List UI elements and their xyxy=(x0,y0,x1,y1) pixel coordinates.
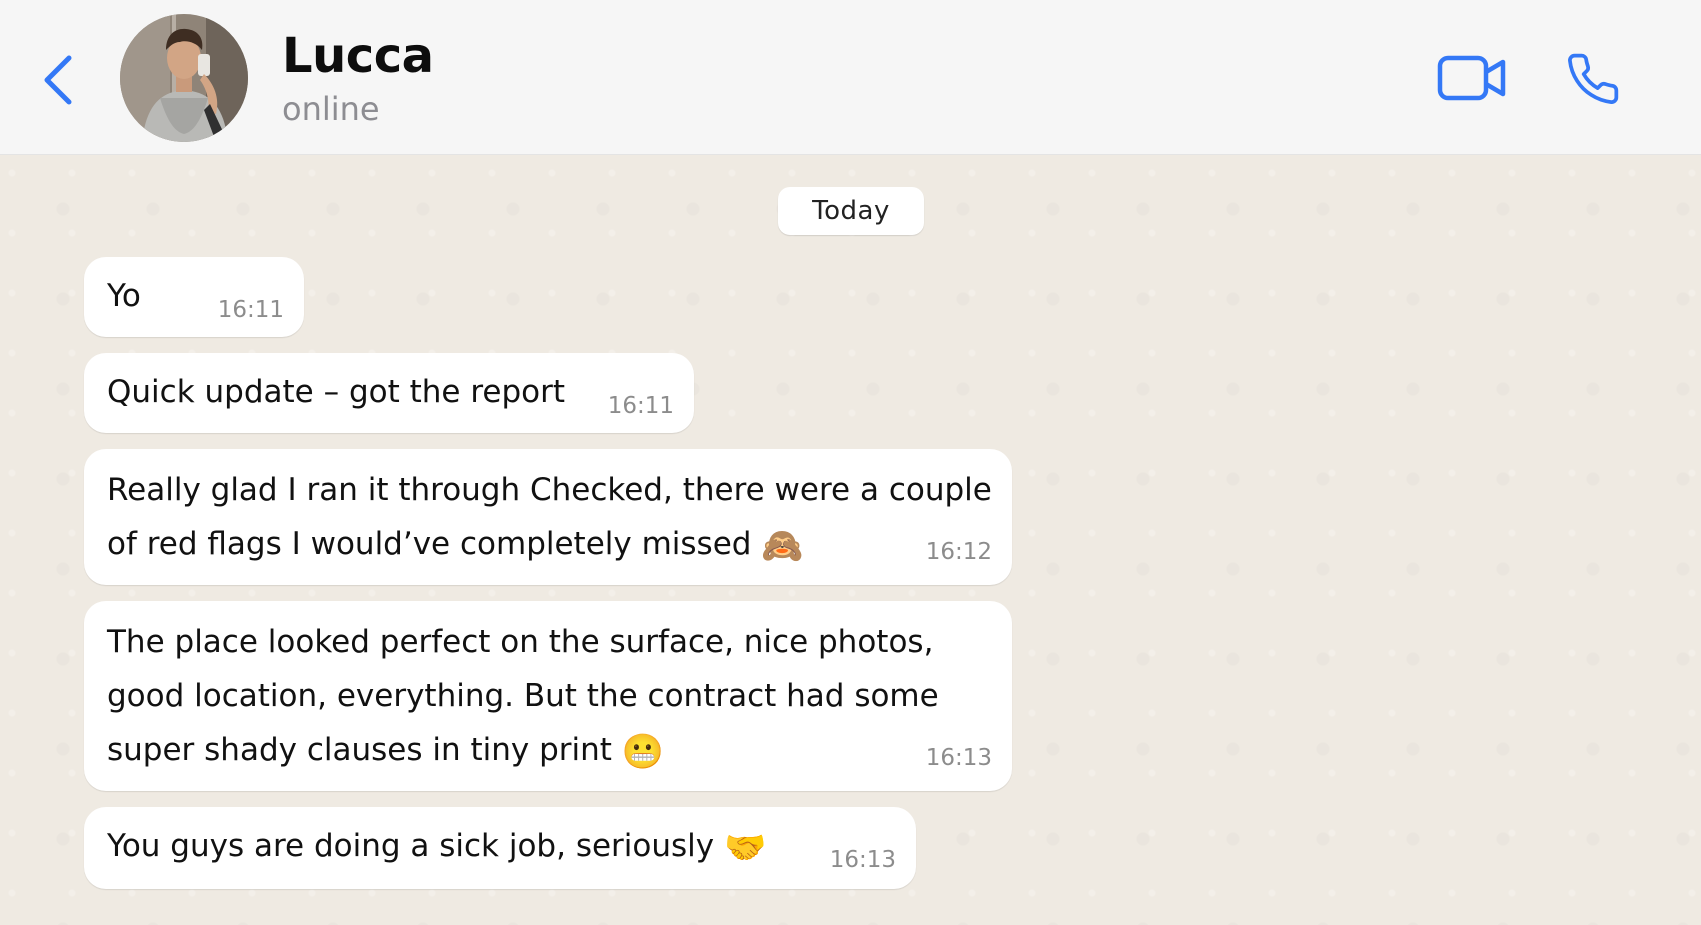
voice-call-button[interactable] xyxy=(1560,48,1626,110)
message-line: Quick update – got the report xyxy=(107,374,566,410)
message-line-wrap: super shady clauses in tiny print 😬 xyxy=(107,723,939,779)
see-no-evil-monkey-emoji: 🙈 xyxy=(761,526,804,566)
handshake-emoji: 🤝 xyxy=(723,828,767,868)
back-button[interactable] xyxy=(36,52,80,108)
message-line: Yo xyxy=(107,278,141,314)
message-line: The place looked perfect on the surface,… xyxy=(107,624,934,660)
chevron-left-icon xyxy=(44,55,72,105)
message-text: You guys are doing a sick job, seriously… xyxy=(107,819,766,875)
message-bubble[interactable]: You guys are doing a sick job, seriously… xyxy=(84,807,916,889)
message-text: The place looked perfect on the surface,… xyxy=(107,615,939,779)
message-line: Really glad I ran it through Checked, th… xyxy=(107,472,992,508)
message-line: You guys are doing a sick job, seriously xyxy=(107,828,715,864)
message-text: Yo xyxy=(107,269,141,323)
contact-name[interactable]: Lucca xyxy=(282,28,434,84)
contact-status: online xyxy=(282,90,380,128)
message-list[interactable]: Today Yo 16:11 Quick update – got the re… xyxy=(0,155,1701,925)
message-text: Really glad I ran it through Checked, th… xyxy=(107,463,992,573)
avatar-photo xyxy=(120,14,248,142)
message-line: good location, everything. But the contr… xyxy=(107,678,939,714)
grimacing-face-emoji: 😬 xyxy=(621,732,665,772)
message-bubble[interactable]: The place looked perfect on the surface,… xyxy=(84,601,1012,791)
message-bubble[interactable]: Really glad I ran it through Checked, th… xyxy=(84,449,1012,585)
message-time: 16:13 xyxy=(925,745,992,771)
date-separator: Today xyxy=(778,187,924,235)
avatar[interactable] xyxy=(120,14,248,142)
message-time: 16:13 xyxy=(829,847,896,873)
phone-icon xyxy=(1568,53,1619,104)
message-time: 16:12 xyxy=(925,539,992,565)
message-bubble[interactable]: Yo 16:11 xyxy=(84,257,304,337)
chat-header: Lucca online xyxy=(0,0,1701,155)
message-line: of red flags I would’ve completely misse… xyxy=(107,526,752,562)
video-camera-icon xyxy=(1437,55,1506,101)
message-bubble[interactable]: Quick update – got the report 16:11 xyxy=(84,353,694,433)
video-call-button[interactable] xyxy=(1432,50,1512,106)
message-text: Quick update – got the report xyxy=(107,365,565,419)
message-line-wrap: of red flags I would’ve completely misse… xyxy=(107,517,992,573)
message-line: super shady clauses in tiny print xyxy=(107,732,612,768)
message-time: 16:11 xyxy=(607,393,674,419)
message-time: 16:11 xyxy=(217,297,284,323)
